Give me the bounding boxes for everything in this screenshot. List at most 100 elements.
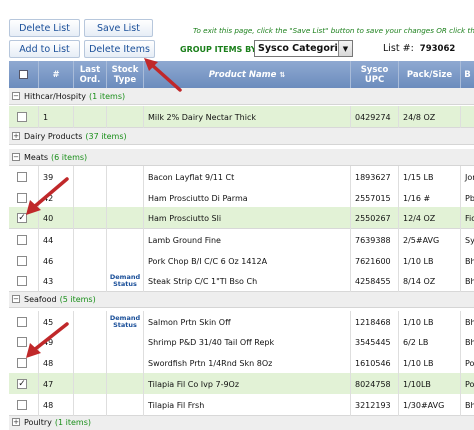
add-to-list-button[interactable]: Add to List — [9, 40, 80, 58]
column-header-sysco-upc[interactable]: Sysco UPC — [351, 61, 399, 88]
sysco-upc-value: 3545445 — [355, 337, 391, 347]
sysco-upc: 3545445 — [351, 331, 399, 353]
column-header-stock-type[interactable]: Stock Type — [107, 61, 144, 88]
sysco-upc: 4258455 — [351, 270, 399, 292]
table-row[interactable]: 48 Tilapia Fil Frsh 3212193 1/30#AVG Bhl — [9, 394, 474, 416]
column-header-pack-size[interactable]: Pack/Size — [399, 61, 461, 88]
row-checkbox[interactable] — [17, 400, 27, 410]
group-header-poultry[interactable]: + Poultry (1 items) — [9, 414, 474, 430]
stock-type-cell — [107, 250, 144, 272]
brand: Bhl — [461, 394, 474, 416]
group-name: Hithcar/Hospity — [24, 91, 86, 101]
pack-size-value: 1/10 LB — [403, 256, 434, 266]
demand-status-link[interactable]: Demand Status — [107, 274, 143, 288]
table-row[interactable]: 44 Lamb Ground Fine 7639388 2/5#AVG Sys — [9, 229, 474, 251]
sysco-upc-value: 8024758 — [355, 379, 391, 389]
expand-icon[interactable]: + — [12, 132, 20, 140]
group-header-seafood[interactable]: − Seafood (5 items) — [9, 291, 474, 308]
brand-value: Por — [465, 379, 474, 389]
product-name-value[interactable]: Pork Chop B/I C/C 6 Oz 1412A — [148, 257, 267, 266]
table-row[interactable]: 1 Milk 2% Dairy Nectar Thick 0429274 24/8 O… — [9, 106, 474, 128]
pack-size: 1/15 LB — [399, 166, 461, 188]
product-name-value[interactable]: Shrimp P&D 31/40 Tail Off Repk — [148, 338, 274, 347]
sort-icon: ⇅ — [279, 70, 286, 79]
group-count: (37 items) — [85, 131, 127, 141]
item-number-value: 47 — [43, 379, 54, 389]
group-items-by-select[interactable]: Sysco Categories ▼ — [254, 40, 353, 57]
product-name-value[interactable]: Bacon Layflat 9/11 Ct — [148, 173, 234, 182]
product-name-value[interactable]: Lamb Ground Fine — [148, 236, 221, 245]
sysco-upc: 2557015 — [351, 187, 399, 209]
brand: Bhl — [461, 250, 474, 272]
product-name-value[interactable]: Tilapia Fil Frsh — [148, 401, 204, 410]
row-checkbox[interactable] — [17, 276, 27, 286]
table-row[interactable]: 43 Demand Status Steak Strip C/C 1"Tl Bso … — [9, 270, 474, 292]
column-header-last-ord-line2: Ord. — [79, 74, 101, 85]
product-name-value[interactable]: Tilapia Fil Co Ivp 7-9Oz — [148, 380, 239, 389]
brand-value: Bhl — [465, 276, 474, 286]
table-row[interactable]: 42 Ham Prosciutto Di Parma 2557015 1/16 # Pb… — [9, 187, 474, 209]
table-row[interactable]: 46 Pork Chop B/I C/C 6 Oz 1412A 7621600 1/1… — [9, 250, 474, 272]
table-row[interactable]: ✓ 40 Ham Prosciutto Sli 2550267 12/4 OZ Fio — [9, 207, 474, 229]
table-row[interactable]: ✓ 47 Tilapia Fil Co Ivp 7-9Oz 8024758 1/10LB… — [9, 373, 474, 395]
chevron-down-icon[interactable]: ▼ — [338, 41, 352, 56]
stock-type-cell — [107, 352, 144, 374]
demand-status-link[interactable]: Demand Status — [107, 315, 143, 329]
group-count: (1 items) — [88, 91, 126, 101]
group-header-dairy[interactable]: + Dairy Products (37 items) — [9, 128, 474, 145]
product-name-value[interactable]: Swordfish Prtn 1/4Rnd Skn 8Oz — [148, 359, 272, 368]
group-count: (5 items) — [59, 294, 96, 304]
row-checkbox[interactable]: ✓ — [17, 379, 27, 389]
group-header-hithcar[interactable]: − Hithcar/Hospity (1 items) — [9, 88, 474, 105]
pack-size-value: 24/8 OZ — [403, 112, 436, 122]
row-checkbox[interactable] — [17, 112, 27, 122]
product-name: Milk 2% Dairy Nectar Thick — [144, 106, 351, 128]
group-name: Seafood — [24, 294, 57, 304]
brand: Por — [461, 373, 474, 395]
row-select-cell: ✓ — [9, 373, 39, 395]
item-number: 46 — [39, 250, 74, 272]
row-checkbox[interactable] — [17, 256, 27, 266]
select-all-checkbox[interactable] — [19, 70, 28, 79]
product-name-value[interactable]: Ham Prosciutto Di Parma — [148, 194, 248, 203]
product-name: Lamb Ground Fine — [144, 229, 351, 251]
expand-icon[interactable]: + — [12, 418, 20, 426]
collapse-icon[interactable]: − — [12, 153, 20, 161]
column-header-last-ord-line1: Last — [79, 64, 101, 75]
row-checkbox[interactable] — [17, 235, 27, 245]
brand-value: Bhl — [465, 317, 474, 327]
last-ordered-cell — [74, 352, 107, 374]
product-name-value[interactable]: Milk 2% Dairy Nectar Thick — [148, 113, 256, 122]
last-ordered-cell — [74, 166, 107, 188]
sysco-upc-value: 1893627 — [355, 172, 391, 182]
table-row[interactable]: 45 Demand Status Salmon Prtn Skin Off 12184… — [9, 311, 474, 333]
table-row[interactable]: 49 Shrimp P&D 31/40 Tail Off Repk 3545445 6… — [9, 331, 474, 353]
table-row[interactable]: 48 Swordfish Prtn 1/4Rnd Skn 8Oz 1610546 1/… — [9, 352, 474, 374]
collapse-icon[interactable]: − — [12, 295, 20, 303]
delete-list-button[interactable]: Delete List — [9, 19, 80, 37]
product-name-value[interactable]: Steak Strip C/C 1"Tl Bso Ch — [148, 277, 257, 286]
stock-type-cell — [107, 166, 144, 188]
sysco-upc-value: 1218468 — [355, 317, 391, 327]
product-name-value[interactable]: Salmon Prtn Skin Off — [148, 318, 231, 327]
group-header-meats[interactable]: − Meats (6 items) — [9, 149, 474, 166]
brand-value: Bhl — [465, 400, 474, 410]
group-items-by-label: GROUP ITEMS BY: — [180, 45, 260, 54]
collapse-icon[interactable]: − — [12, 92, 20, 100]
column-header-brand[interactable]: B — [461, 61, 474, 88]
last-ordered-cell — [74, 331, 107, 353]
item-number-value: 44 — [43, 235, 54, 245]
pack-size-value: 8/14 OZ — [403, 276, 436, 286]
row-select-cell — [9, 229, 39, 251]
row-select-cell — [9, 250, 39, 272]
last-ordered-cell — [74, 270, 107, 292]
column-header-item[interactable]: # — [39, 61, 74, 88]
column-header-last-ord[interactable]: Last Ord. — [74, 61, 107, 88]
last-ordered-cell — [74, 250, 107, 272]
product-name: Ham Prosciutto Di Parma — [144, 187, 351, 209]
pack-size-value: 1/10 LB — [403, 358, 434, 368]
sysco-upc: 1893627 — [351, 166, 399, 188]
product-name-value[interactable]: Ham Prosciutto Sli — [148, 214, 221, 223]
save-list-button[interactable]: Save List — [84, 19, 153, 37]
table-row[interactable]: 39Bacon Layflat 9/11 Ct18936271/15 LBJon — [9, 166, 474, 188]
